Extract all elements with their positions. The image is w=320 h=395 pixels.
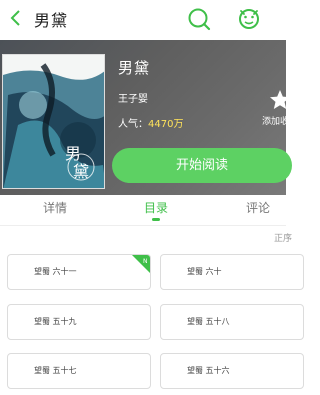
popularity-value: 4470万 [148, 119, 184, 130]
chapter-item[interactable]: 望蜀 五十六 [160, 353, 304, 389]
page-title: 男黛 [34, 11, 69, 30]
cover-title: 男 黛 [65, 144, 90, 181]
sort-toggle[interactable]: 正序 [274, 231, 292, 244]
customer-service-icon[interactable] [235, 5, 263, 33]
add-to-shelf-button[interactable]: 添加收藏 [258, 89, 286, 134]
chapter-item[interactable]: 望蜀 五十九 [7, 304, 151, 340]
popularity-label: 人气： [118, 119, 148, 130]
cover-art [3, 55, 104, 188]
chapter-label: 望蜀 六十一 [34, 267, 77, 276]
book-author[interactable]: 王子婴 [118, 90, 148, 105]
search-icon[interactable] [186, 6, 212, 32]
chapter-label: 望蜀 六十 [187, 267, 222, 276]
chapter-item[interactable]: 望蜀 六十一 N [7, 254, 151, 290]
svg-text:N: N [143, 258, 148, 265]
top-bar: 男黛 [0, 0, 286, 40]
chapter-label: 望蜀 五十八 [187, 317, 230, 326]
chapter-item[interactable]: 望蜀 六十 [160, 254, 304, 290]
active-tab-indicator [152, 218, 160, 221]
tab-bar: 详情 目录 评论 [0, 195, 286, 225]
chapter-label: 望蜀 五十九 [34, 317, 77, 326]
add-to-shelf-label: 添加收藏 [262, 117, 286, 127]
book-cover[interactable]: 男 黛 [2, 54, 105, 189]
popularity: 人气：4470万 [118, 115, 183, 130]
chapter-item[interactable]: 望蜀 五十八 [160, 304, 304, 340]
tab-comments[interactable]: 评论 [246, 199, 270, 216]
divider [0, 225, 286, 226]
back-arrow-icon[interactable] [6, 8, 26, 28]
star-icon [270, 90, 286, 109]
start-reading-button[interactable]: 开始阅读 [112, 148, 292, 183]
tab-catalog[interactable]: 目录 [144, 199, 168, 216]
chapter-item[interactable]: 望蜀 五十七 [7, 353, 151, 389]
new-badge: N [132, 255, 150, 273]
chapter-label: 望蜀 五十六 [187, 366, 230, 375]
chapter-label: 望蜀 五十七 [34, 366, 77, 375]
tab-details[interactable]: 详情 [43, 199, 67, 216]
book-title: 男黛 [118, 59, 151, 77]
